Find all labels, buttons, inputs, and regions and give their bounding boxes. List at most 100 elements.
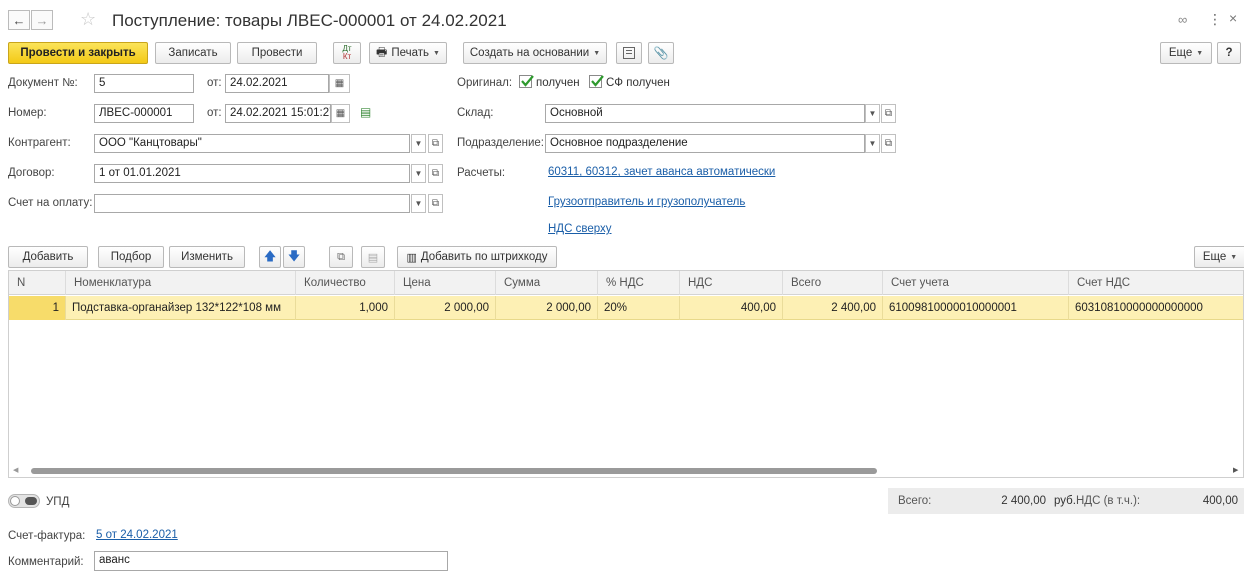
column-header-price[interactable]: Цена [395, 271, 496, 295]
scroll-left-icon[interactable]: ◀ [13, 465, 18, 477]
chevron-down-icon: ▼ [593, 49, 601, 57]
chevron-down-icon[interactable]: ▼ [865, 134, 880, 153]
column-header-vat[interactable]: НДС [680, 271, 783, 295]
number-datetime-field[interactable]: 24.02.2021 15:01:27 [225, 104, 331, 123]
chevron-down-icon[interactable]: ▼ [411, 134, 426, 153]
cell-vat[interactable]: 400,00 [680, 296, 783, 320]
chevron-down-icon[interactable]: ▼ [411, 164, 426, 183]
column-header-account[interactable]: Счет учета [883, 271, 1069, 295]
open-icon[interactable]: ⧉ [428, 134, 443, 153]
calendar-icon[interactable]: ▦ [329, 74, 350, 93]
select-button[interactable]: Подбор [98, 246, 164, 268]
contract-field[interactable]: 1 от 01.01.2021 [94, 164, 410, 183]
horizontal-scrollbar[interactable]: ◀ ▶ [9, 465, 1243, 477]
print-button[interactable]: 🖶 Печать ▼ [369, 42, 447, 64]
post-button[interactable]: Провести [237, 42, 317, 64]
doc-date-label: от: [207, 77, 222, 89]
open-icon[interactable]: ⧉ [428, 194, 443, 213]
move-up-button[interactable]: 🡅 [259, 246, 281, 268]
close-icon[interactable]: × [1229, 10, 1237, 26]
upd-label: УПД [46, 496, 70, 508]
open-icon[interactable]: ⧉ [428, 164, 443, 183]
upd-toggle[interactable] [8, 494, 40, 508]
chevron-down-icon[interactable]: ▼ [411, 194, 426, 213]
cell-price[interactable]: 2 000,00 [395, 296, 496, 320]
open-icon[interactable]: ⧉ [881, 104, 896, 123]
forward-button[interactable]: → [31, 10, 53, 30]
goods-table[interactable]: N Номенклатура Количество Цена Сумма % Н… [8, 270, 1244, 478]
column-header-quantity[interactable]: Количество [296, 271, 395, 295]
number-label: Номер: [8, 107, 47, 119]
chevron-down-icon[interactable]: ▼ [865, 104, 880, 123]
add-row-button[interactable]: Добавить [8, 246, 88, 268]
back-button[interactable]: ← [8, 10, 30, 30]
save-button[interactable]: Записать [155, 42, 231, 64]
chevron-down-icon: ▼ [1196, 49, 1204, 57]
window-title: Поступление: товары ЛВЕС-000001 от 24.02… [112, 11, 507, 30]
post-and-close-label: Провести и закрыть [20, 47, 136, 59]
dtkt-button[interactable]: Дт Кт [333, 42, 361, 64]
cell-vat-rate[interactable]: 20% [598, 296, 680, 320]
sf-received-checkbox[interactable]: СФ получен [589, 75, 670, 89]
column-header-vat-account[interactable]: Счет НДС [1069, 271, 1243, 295]
number-field[interactable]: ЛВЕС-000001 [94, 104, 194, 123]
save-label: Записать [168, 47, 218, 59]
checkmark-icon [519, 75, 534, 88]
print-label: Печать [391, 47, 430, 59]
arrow-down-icon: 🡇 [287, 248, 301, 263]
paste-button[interactable]: ▤ [361, 246, 385, 268]
cell-sum[interactable]: 2 000,00 [496, 296, 598, 320]
calendar-icon[interactable]: ▦ [331, 104, 350, 123]
column-header-n[interactable]: N [9, 271, 66, 295]
table-more-button[interactable]: Еще ▼ [1194, 246, 1244, 268]
column-header-vat-rate[interactable]: % НДС [598, 271, 680, 295]
invoice-field[interactable] [94, 194, 410, 213]
cell-quantity[interactable]: 1,000 [296, 296, 395, 320]
cell-n[interactable]: 1 [9, 296, 66, 320]
change-button[interactable]: Изменить [169, 246, 245, 268]
add-by-barcode-button[interactable]: ▥ Добавить по штрихкоду [397, 246, 557, 268]
settlements-link[interactable]: 60311, 60312, зачет аванса автоматически [548, 166, 775, 178]
comment-field[interactable]: аванс [94, 551, 448, 571]
warehouse-field[interactable]: Основной [545, 104, 865, 123]
sf-received-label: СФ получен [606, 77, 670, 89]
table-row[interactable]: 1 Подставка-органайзер 132*122*108 мм 1,… [9, 296, 1243, 320]
cell-vat-account[interactable]: 60310810000000000000 [1069, 296, 1243, 320]
scroll-right-icon[interactable]: ▶ [1233, 465, 1238, 477]
number-date-label: от: [207, 107, 222, 119]
cell-account[interactable]: 61009810000010000001 [883, 296, 1069, 320]
original-received-label: получен [536, 77, 580, 89]
printer-icon: 🖶 [376, 44, 388, 59]
post-and-close-button[interactable]: Провести и закрыть [8, 42, 148, 64]
invoice-doc-link[interactable]: 5 от 24.02.2021 [96, 529, 178, 541]
more-vertical-icon[interactable]: ⋮ [1208, 11, 1222, 28]
column-header-total[interactable]: Всего [783, 271, 883, 295]
chevron-down-icon: ▼ [433, 49, 440, 57]
structure-button[interactable] [616, 42, 642, 64]
move-down-button[interactable]: 🡇 [283, 246, 305, 268]
help-button[interactable]: ? [1217, 42, 1241, 64]
open-icon[interactable]: ⧉ [881, 134, 896, 153]
create-based-button[interactable]: Создать на основании ▼ [463, 42, 607, 64]
division-field[interactable]: Основное подразделение [545, 134, 865, 153]
doc-no-field[interactable]: 5 [94, 74, 194, 93]
shipper-link[interactable]: Грузоотправитель и грузополучатель [548, 196, 745, 208]
link-icon[interactable]: ∞ [1178, 12, 1187, 27]
column-header-sum[interactable]: Сумма [496, 271, 598, 295]
post-label: Провести [251, 47, 303, 59]
column-header-nomenclature[interactable]: Номенклатура [66, 271, 296, 295]
copy-button[interactable]: ⧉ [329, 246, 353, 268]
cell-nomenclature[interactable]: Подставка-органайзер 132*122*108 мм [66, 296, 296, 320]
cell-total[interactable]: 2 400,00 [783, 296, 883, 320]
favorite-star-icon[interactable]: ☆ [80, 9, 96, 29]
original-received-checkbox[interactable]: получен [519, 75, 580, 89]
vat-link[interactable]: НДС сверху [548, 223, 612, 235]
scrollbar-thumb[interactable] [31, 468, 877, 474]
list-arrow-icon[interactable]: ▤ [360, 105, 371, 119]
original-label: Оригинал: [457, 77, 513, 89]
counterparty-field[interactable]: ООО "Канцтовары" [94, 134, 410, 153]
attach-button[interactable]: 📎 [648, 42, 674, 64]
doc-date-field[interactable]: 24.02.2021 [225, 74, 329, 93]
more-button[interactable]: Еще ▼ [1160, 42, 1212, 64]
comment-label: Комментарий: [8, 556, 84, 568]
